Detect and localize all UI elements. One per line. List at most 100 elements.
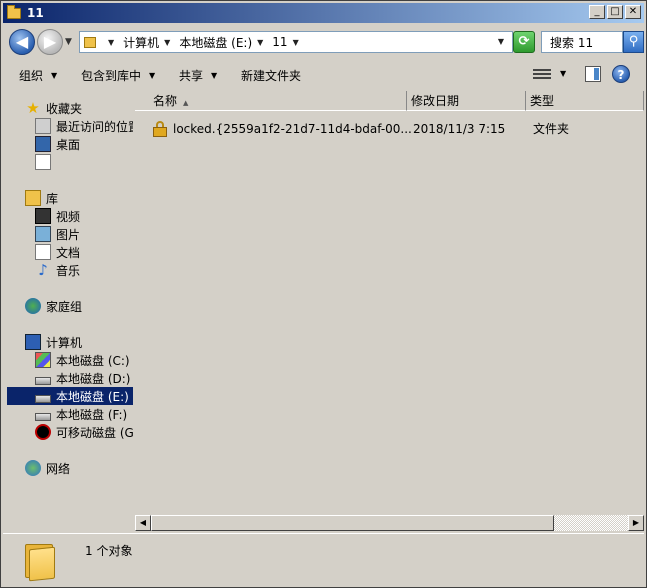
window-title: 11 (27, 6, 44, 20)
network-icon (25, 460, 41, 476)
column-header-row: 名称 ▲ 修改日期 类型 (135, 91, 644, 111)
scroll-left-icon: ◀ (139, 518, 147, 527)
nav-drive-f[interactable]: 本地磁盘 (F:) (35, 405, 127, 423)
view-options-dropdown-icon[interactable]: ▼ (560, 69, 566, 78)
minimize-button[interactable]: _ (589, 5, 605, 19)
breadcrumb-label: 本地磁盘 (E:) (179, 35, 253, 50)
address-bar[interactable]: ▼ 计算机 ▼ 本地磁盘 (E:) ▼ 11 ▼ ▼ (79, 31, 513, 53)
breadcrumb-root-chevron[interactable]: ▼ (103, 38, 119, 47)
breadcrumb-computer[interactable]: 计算机 ▼ (123, 34, 175, 51)
recent-places-icon (35, 118, 51, 134)
nav-label: 桌面 (56, 137, 81, 152)
column-header-name[interactable]: 名称 ▲ (135, 91, 407, 111)
search-icon: ⚲ (628, 34, 639, 49)
forward-button[interactable]: ▶ (37, 29, 63, 55)
chevron-down-icon: ▼ (164, 37, 171, 47)
item-count: 1 个对象 (85, 544, 133, 558)
scroll-right-icon: ▶ (632, 518, 640, 527)
column-header-type[interactable]: 类型 (526, 91, 644, 111)
file-modified: 2018/11/3 7:15 (413, 122, 506, 136)
nav-drive-e[interactable]: 本地磁盘 (E:) (7, 387, 133, 405)
file-type: 文件夹 (533, 122, 570, 136)
system-drive-icon (35, 352, 51, 368)
maximize-button[interactable]: □ (607, 5, 623, 19)
column-label: 修改日期 (411, 94, 460, 108)
computer-icon (25, 334, 41, 350)
nav-label: 本地磁盘 (F:) (56, 407, 128, 422)
nav-label: 本地磁盘 (E:) (56, 389, 129, 404)
details-pane: 1 个对象 (3, 533, 644, 585)
file-name: locked.{2559a1f2-21d7-11d4-bdaf-00... (173, 122, 412, 136)
breadcrumb-folder-11[interactable]: 11 ▼ (272, 35, 303, 49)
organize-button[interactable]: 组织 ▼ (19, 67, 57, 84)
close-button[interactable]: ✕ (625, 5, 641, 19)
nav-homegroup[interactable]: 家庭组 (25, 297, 82, 315)
forward-arrow-icon: ▶ (43, 32, 57, 51)
breadcrumb-label: 11 (272, 35, 288, 49)
horizontal-scrollbar[interactable]: ◀ ▶ (135, 515, 644, 531)
nav-label: 家庭组 (46, 299, 83, 314)
nav-label: 文档 (56, 245, 81, 260)
title-bar: 11 _ □ ✕ (3, 3, 644, 23)
nav-videos[interactable]: 视频 (35, 207, 80, 225)
nav-label: 可移动磁盘 (G:) (56, 425, 133, 440)
address-history-dropdown-icon[interactable]: ▼ (498, 37, 504, 46)
nav-label: 网络 (46, 461, 71, 476)
column-label: 名称 (153, 94, 178, 108)
column-header-modified[interactable]: 修改日期 (407, 91, 526, 111)
help-icon[interactable]: ? (612, 65, 630, 83)
nav-removable-disk[interactable]: 可移动磁盘 (G:) (35, 423, 133, 441)
drive-icon (35, 377, 51, 385)
document-icon (35, 244, 51, 260)
include-in-library-button[interactable]: 包含到库中 ▼ (81, 67, 155, 84)
folder-icon (7, 5, 21, 20)
breadcrumb-label: 计算机 (123, 35, 160, 50)
search-button[interactable]: ⚲ (623, 31, 644, 53)
nav-drive-d[interactable]: 本地磁盘 (D:) (35, 369, 130, 387)
organize-label: 组织 (19, 69, 44, 83)
nav-documents[interactable]: 文档 (35, 243, 80, 261)
back-arrow-icon: ◀ (15, 32, 29, 51)
nav-drive-c[interactable]: 本地磁盘 (C:) (35, 351, 130, 369)
scroll-right-button[interactable]: ▶ (628, 515, 644, 531)
preview-pane-icon[interactable] (585, 66, 601, 82)
scroll-left-button[interactable]: ◀ (135, 515, 151, 531)
chevron-down-icon: ▼ (211, 71, 218, 80)
scrollbar-track[interactable] (554, 515, 628, 531)
recent-pages-dropdown-icon[interactable]: ▼ (65, 37, 72, 47)
refresh-button[interactable]: ⟳ (513, 31, 535, 53)
nav-network[interactable]: 网络 (25, 459, 70, 477)
share-button[interactable]: 共享 ▼ (179, 67, 217, 84)
navigation-pane: ★ 收藏夹 最近访问的位置 桌面 库 视频 图片 文档 ♪ 音乐 家庭组 计算机 本… (3, 91, 133, 519)
screen-icon (35, 154, 51, 170)
nav-label: 本地磁盘 (C:) (56, 353, 130, 368)
nav-label: 音乐 (56, 263, 81, 278)
nav-label: 本地磁盘 (D:) (56, 371, 131, 386)
command-bar: 组织 ▼ 包含到库中 ▼ 共享 ▼ 新建文件夹 ▼ ? (3, 61, 644, 89)
lock-icon (153, 121, 167, 137)
nav-recent-places[interactable]: 最近访问的位置 (35, 117, 133, 135)
refresh-icon: ⟳ (518, 34, 530, 49)
nav-unlabeled-item[interactable] (35, 153, 56, 171)
back-button[interactable]: ◀ (9, 29, 35, 55)
nav-favorites[interactable]: ★ 收藏夹 (25, 99, 82, 117)
scrollbar-thumb[interactable] (151, 515, 554, 531)
nav-music[interactable]: ♪ 音乐 (35, 261, 80, 279)
nav-label: 计算机 (46, 335, 83, 350)
nav-desktop[interactable]: 桌面 (35, 135, 80, 153)
nav-libraries[interactable]: 库 (25, 189, 58, 207)
search-input[interactable]: 搜索 11 (541, 31, 623, 53)
nav-computer[interactable]: 计算机 (25, 333, 82, 351)
chevron-down-icon: ▼ (257, 37, 264, 47)
folder-icon (83, 34, 99, 50)
new-folder-button[interactable]: 新建文件夹 (241, 67, 301, 84)
nav-label: 收藏夹 (46, 101, 83, 116)
breadcrumb-drive-e[interactable]: 本地磁盘 (E:) ▼ (179, 34, 268, 51)
nav-pictures[interactable]: 图片 (35, 225, 80, 243)
file-row[interactable]: locked.{2559a1f2-21d7-11d4-bdaf-00... 20… (135, 119, 644, 139)
explorer-window: 11 _ □ ✕ ◀ ▶ ▼ ▼ 计算机 ▼ 本地磁盘 (E:) ▼ 11 ▼ ▼ ⟳… (0, 0, 647, 588)
sort-ascending-icon: ▲ (183, 99, 189, 107)
new-folder-label: 新建文件夹 (241, 69, 302, 83)
change-view-icon[interactable] (533, 67, 551, 81)
folder-icon (25, 538, 55, 582)
